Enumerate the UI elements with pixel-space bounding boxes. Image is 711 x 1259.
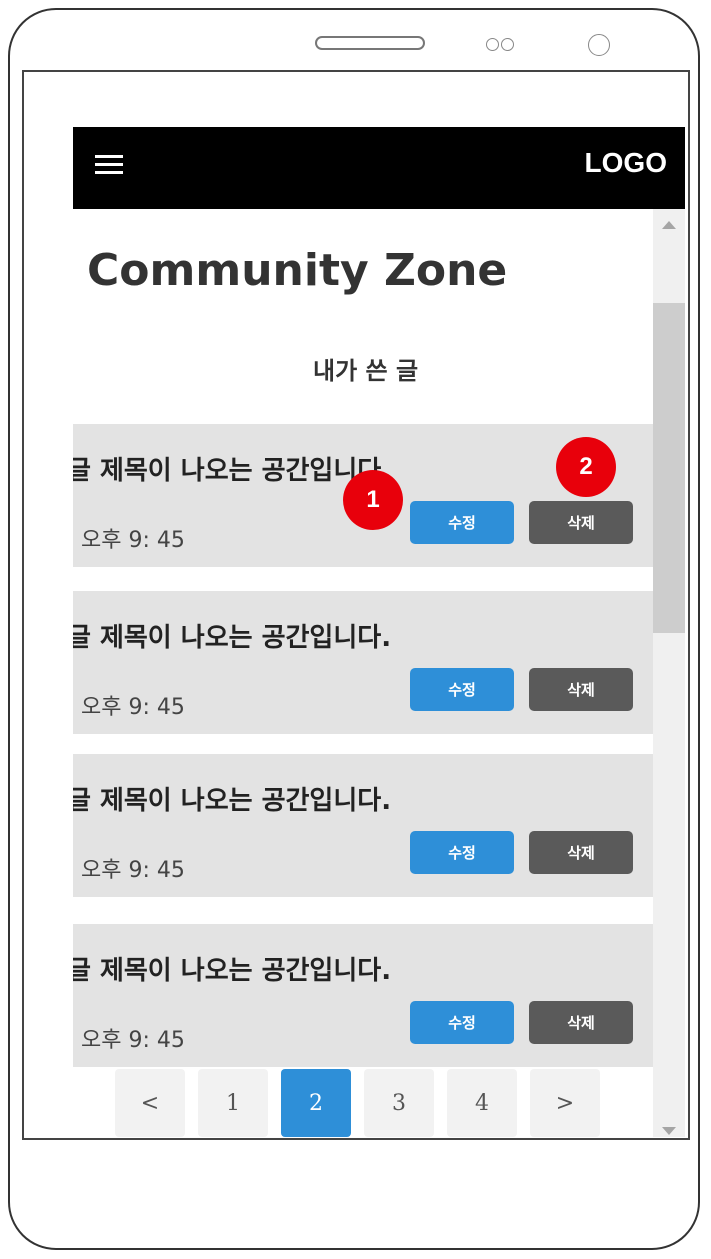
front-camera <box>588 34 610 56</box>
app-viewport: LOGO Community Zone 내가 쓴 글 글 제목이 나오는 공간입… <box>73 127 685 1137</box>
edit-button[interactable]: 수정 <box>410 831 514 874</box>
logo[interactable]: LOGO <box>585 147 667 179</box>
app-header: LOGO <box>73 127 685 209</box>
page-button-4[interactable]: 4 <box>447 1069 517 1137</box>
page-button-2-current[interactable]: 2 <box>281 1069 351 1137</box>
post-title[interactable]: 글 제목이 나오는 공간입니다. <box>73 450 391 487</box>
section-title: 내가 쓴 글 <box>313 357 419 385</box>
prev-page-button[interactable]: < <box>115 1069 185 1137</box>
edit-button[interactable]: 수정 <box>410 1001 514 1044</box>
annotation-marker-1: 1 <box>343 470 403 530</box>
post-time: 오후 9: 45 <box>81 858 185 883</box>
sensor-dot <box>486 38 499 51</box>
page-title: Community Zone <box>87 245 508 296</box>
sensor-dot <box>501 38 514 51</box>
scrollbar[interactable] <box>653 209 685 1137</box>
sensors <box>486 36 516 55</box>
delete-button[interactable]: 삭제 <box>529 1001 633 1044</box>
screen-border <box>688 70 690 1140</box>
post-time: 오후 9: 45 <box>81 528 185 553</box>
post-title[interactable]: 글 제목이 나오는 공간입니다. <box>73 617 391 654</box>
post-title[interactable]: 글 제목이 나오는 공간입니다. <box>73 950 391 987</box>
post-time: 오후 9: 45 <box>81 1028 185 1053</box>
scrollbar-thumb[interactable] <box>653 303 685 633</box>
post-card[interactable]: 글 제목이 나오는 공간입니다. 오후 9: 45 수정 삭제 <box>73 591 653 734</box>
edit-button[interactable]: 수정 <box>410 501 514 544</box>
post-card[interactable]: 글 제목이 나오는 공간입니다. 오후 9: 45 수정 삭제 <box>73 754 653 897</box>
screen-border <box>22 1138 690 1140</box>
delete-button[interactable]: 삭제 <box>529 831 633 874</box>
scroll-down-arrow-icon[interactable] <box>662 1127 676 1135</box>
post-title[interactable]: 글 제목이 나오는 공간입니다. <box>73 780 391 817</box>
screen-border <box>22 70 690 72</box>
edit-button[interactable]: 수정 <box>410 668 514 711</box>
screen-border <box>22 70 24 1140</box>
annotation-marker-2: 2 <box>556 437 616 497</box>
next-page-button[interactable]: > <box>530 1069 600 1137</box>
post-time: 오후 9: 45 <box>81 695 185 720</box>
delete-button[interactable]: 삭제 <box>529 501 633 544</box>
post-card[interactable]: 글 제목이 나오는 공간입니다. 오후 9: 45 수정 삭제 <box>73 924 653 1067</box>
delete-button[interactable]: 삭제 <box>529 668 633 711</box>
scroll-up-arrow-icon[interactable] <box>662 221 676 229</box>
hamburger-menu-icon[interactable] <box>95 155 123 179</box>
page-button-1[interactable]: 1 <box>198 1069 268 1137</box>
page-button-3[interactable]: 3 <box>364 1069 434 1137</box>
speaker-grille <box>315 36 425 50</box>
